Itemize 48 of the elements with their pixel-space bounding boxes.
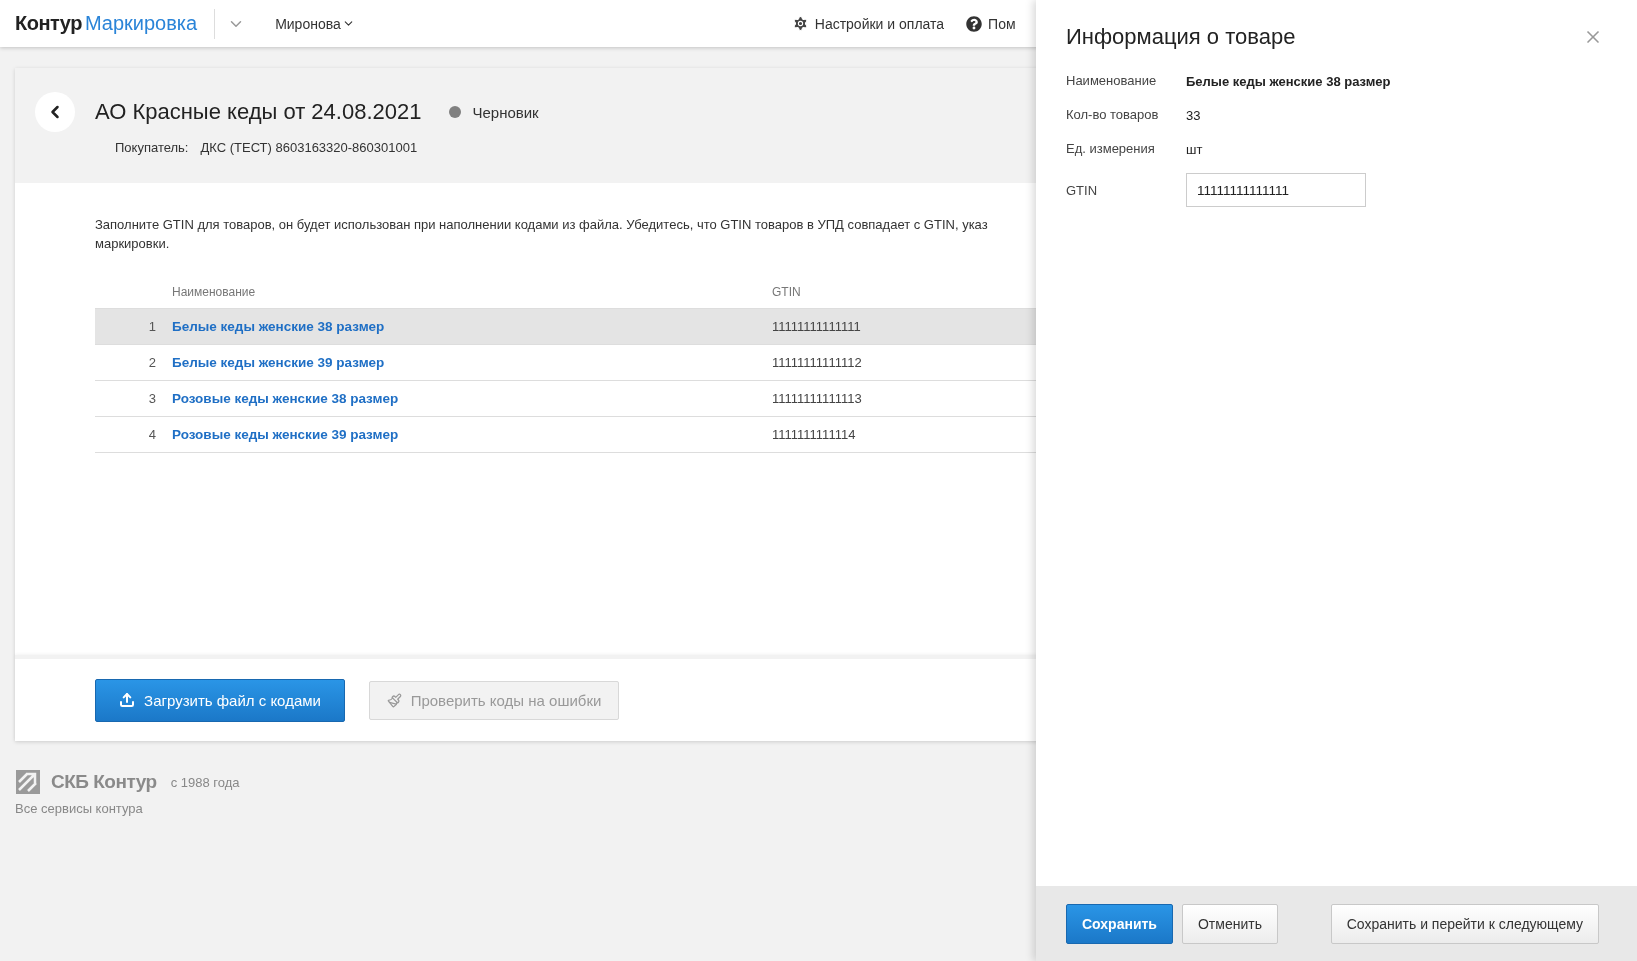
product-link[interactable]: Розовые кеды женские 39 размер — [172, 427, 399, 442]
buyer-value: ДКС (ТЕСТ) 8603163320-860301001 — [200, 140, 418, 155]
document-title: АО Красные кеды от 24.08.2021 — [95, 99, 422, 125]
description-text: маркировки. — [95, 235, 171, 253]
field-label: GTIN — [1066, 182, 1099, 200]
help-link[interactable]: Пом — [966, 15, 1016, 32]
buyer-label: Покупатель: — [115, 140, 189, 155]
gtin-cell-text: 11111111111111 — [772, 319, 862, 334]
upload-button[interactable]: Загрузить файл с кодами — [95, 678, 345, 722]
save-next-button[interactable]: Сохранить и перейти к следующему — [1330, 903, 1599, 944]
row-number: 4 — [147, 427, 157, 442]
row-number: 2 — [147, 355, 157, 370]
field-label: Наименование — [1066, 73, 1158, 90]
row-number: 1 — [147, 319, 157, 334]
field-value: шт — [1186, 142, 1203, 157]
panel-title: Информация о товаре — [1066, 24, 1296, 50]
upload-icon — [119, 692, 136, 708]
save-button[interactable]: Сохранить — [1066, 903, 1173, 944]
gtin-cell-text: 11111111111113 — [772, 391, 863, 406]
field-value: 33 — [1186, 108, 1201, 123]
product-link[interactable]: Розовые кеды женские 38 размер — [172, 391, 399, 406]
brand-name[interactable]: Контур — [15, 12, 82, 35]
back-button[interactable] — [35, 92, 75, 132]
brush-icon — [386, 692, 402, 708]
row-number: 3 — [147, 391, 157, 406]
help-icon[interactable] — [966, 15, 983, 32]
field-label: Ед. измерения — [1066, 141, 1156, 158]
gear-icon[interactable] — [791, 15, 809, 32]
description-text: Заполните GTIN для товаров, он будет использован при наполнении кодами из файла. Убедитесь, что GTIN товаров в УПД совпадает с GTIN, указ — [95, 216, 989, 234]
settings-link[interactable]: Настройки и оплата — [791, 15, 945, 32]
column-header: Наименование — [172, 284, 257, 299]
product-link[interactable]: Белые кеды женские 39 размер — [172, 355, 385, 370]
field-label: Кол-во товаров — [1066, 107, 1160, 124]
company-name: СКБ Контур — [51, 771, 157, 793]
gtin-input[interactable]: 11111111111111 — [1186, 173, 1366, 207]
since-text: с 1988 года — [170, 774, 240, 790]
field-value: Белые кеды женские 38 размер — [1186, 74, 1391, 89]
status-label: Черновик — [472, 103, 539, 121]
status-dot — [449, 106, 462, 118]
product-name[interactable]: Маркировка — [84, 12, 198, 35]
product-link[interactable]: Белые кеды женские 38 размер — [172, 319, 385, 334]
table-row[interactable]: 1 Белые кеды женские 38 размер 11111111111111 — [95, 309, 1036, 345]
column-header: GTIN — [772, 284, 802, 299]
user-menu[interactable]: Миронова — [275, 15, 355, 32]
gtin-cell-text: 1111111111114 — [772, 427, 857, 442]
company-logo-icon — [15, 769, 41, 795]
gtin-cell-text: 11111111111112 — [772, 355, 863, 370]
cancel-button[interactable]: Отменить — [1181, 903, 1278, 944]
